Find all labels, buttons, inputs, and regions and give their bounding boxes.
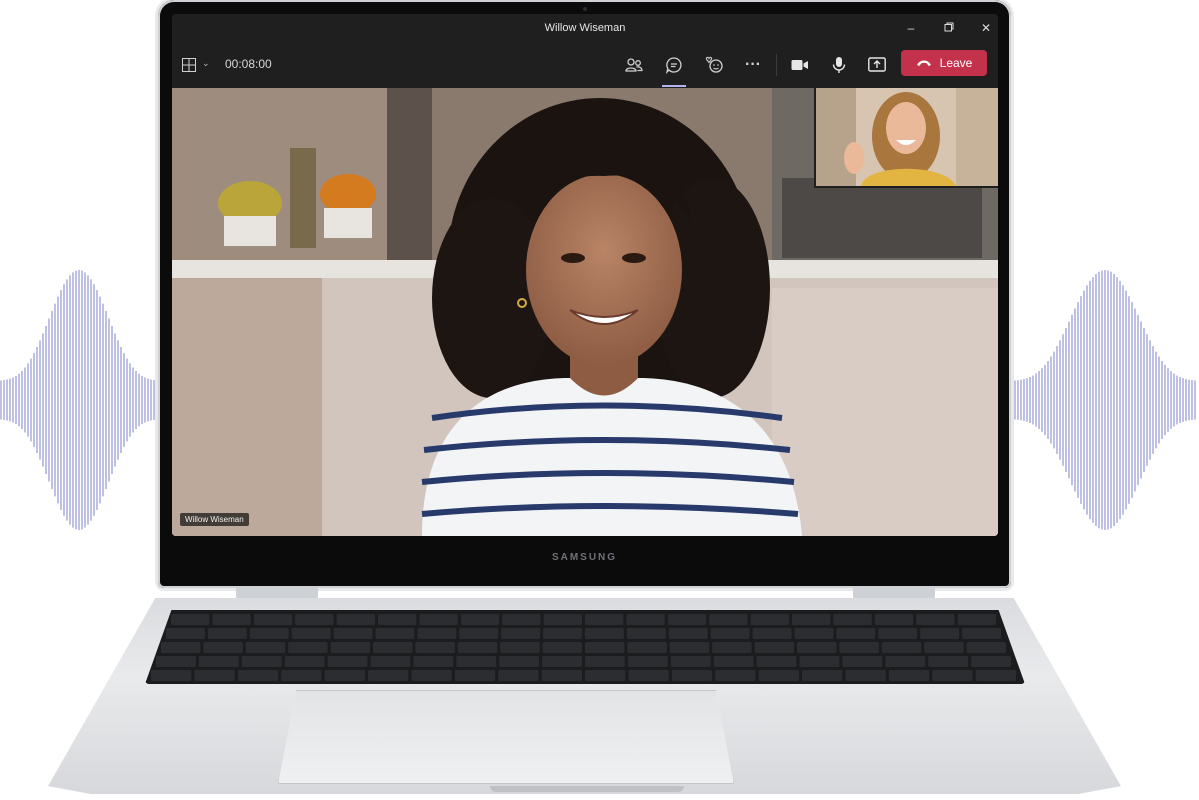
video-camera-icon[interactable] [789, 54, 811, 76]
teams-meeting-window: Willow Wiseman – ✕ ⌄ 00:08:00 ··· Leave … [172, 14, 998, 536]
self-view-thumbnail[interactable] [814, 88, 998, 188]
left-hinge [236, 586, 318, 600]
right-audio-wave [1014, 270, 1196, 530]
minimize-icon[interactable]: – [902, 20, 920, 36]
title-bar: Willow Wiseman – ✕ [172, 14, 998, 42]
leave-label: Leave [939, 56, 973, 70]
left-audio-wave [0, 270, 158, 530]
touchpad[interactable] [278, 690, 734, 784]
close-icon[interactable]: ✕ [977, 20, 995, 36]
base-front-notch [490, 786, 684, 792]
keyboard [145, 610, 1025, 684]
laptop-lid: Willow Wiseman – ✕ ⌄ 00:08:00 ··· Leave … [158, 0, 1011, 588]
meeting-toolbar: ⌄ 00:08:00 ··· Leave [172, 42, 998, 88]
participant-video-image [816, 88, 998, 186]
speaker-name-tag: Willow Wiseman [180, 513, 249, 526]
window-title: Willow Wiseman [544, 22, 626, 34]
grid-layout-icon[interactable] [178, 54, 200, 76]
more-icon[interactable]: ··· [742, 54, 764, 76]
meeting-timer: 00:08:00 [225, 57, 272, 71]
brand-logo: SAMSUNG [551, 552, 618, 563]
share-screen-icon[interactable] [866, 54, 888, 76]
chat-active-indicator [662, 85, 686, 87]
leave-button[interactable]: Leave [901, 50, 987, 76]
toolbar-divider [776, 54, 777, 76]
chevron-down-icon[interactable]: ⌄ [202, 58, 210, 69]
webcam [582, 7, 587, 11]
main-video-feed: Willow Wiseman [172, 88, 998, 536]
reactions-icon[interactable] [703, 54, 725, 76]
hang-up-icon [916, 60, 931, 66]
restore-icon[interactable] [940, 20, 958, 36]
right-hinge [853, 586, 935, 600]
chat-icon[interactable] [663, 54, 685, 76]
keyboard-keys [151, 614, 1016, 681]
people-icon[interactable] [623, 54, 645, 76]
microphone-icon[interactable] [828, 54, 850, 76]
